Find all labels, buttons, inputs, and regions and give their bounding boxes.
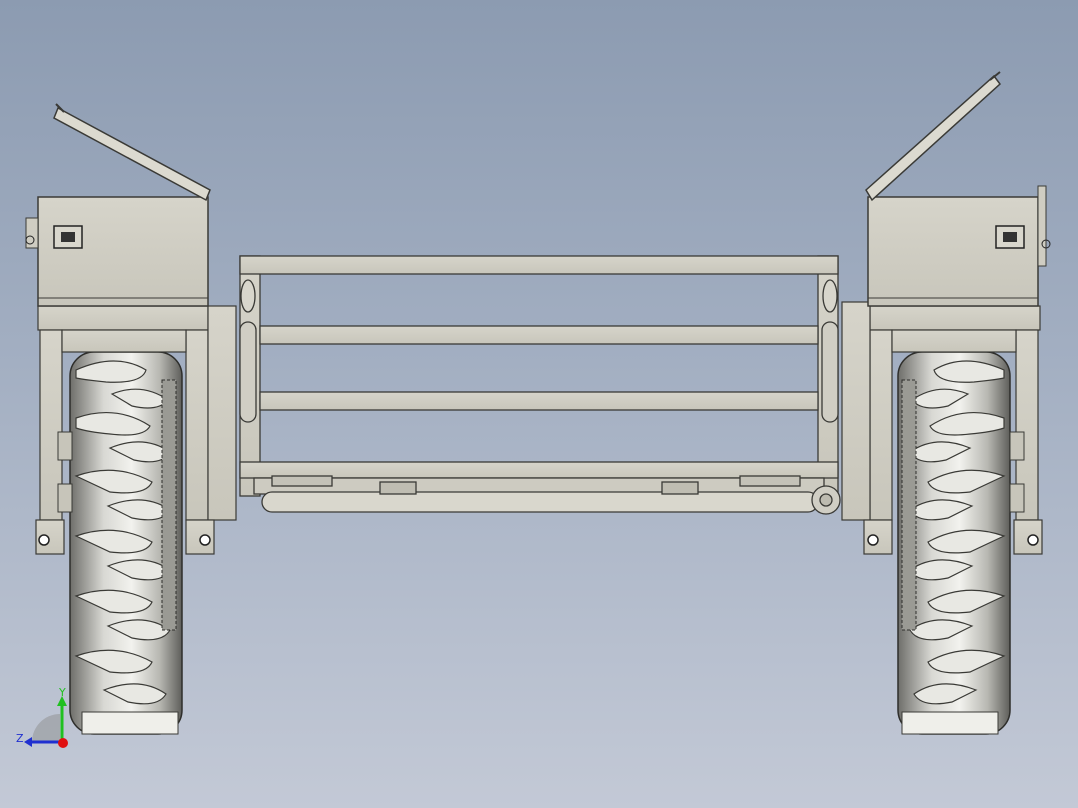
left-wheel-assembly [25, 103, 237, 735]
right-control-box [865, 71, 1051, 307]
origin-point [58, 738, 68, 748]
triad-arc [32, 714, 60, 742]
model-render[interactable] [0, 0, 1078, 808]
y-axis-label: Y [58, 686, 66, 699]
right-wheel-assembly [841, 71, 1051, 735]
left-control-box [25, 103, 211, 307]
coordinate-triad[interactable]: Y Z [10, 684, 80, 754]
cad-viewport[interactable]: Y Z [0, 0, 1078, 808]
z-axis-arrow-icon [24, 737, 32, 747]
z-axis-label: Z [16, 732, 24, 745]
center-frame [239, 255, 841, 515]
